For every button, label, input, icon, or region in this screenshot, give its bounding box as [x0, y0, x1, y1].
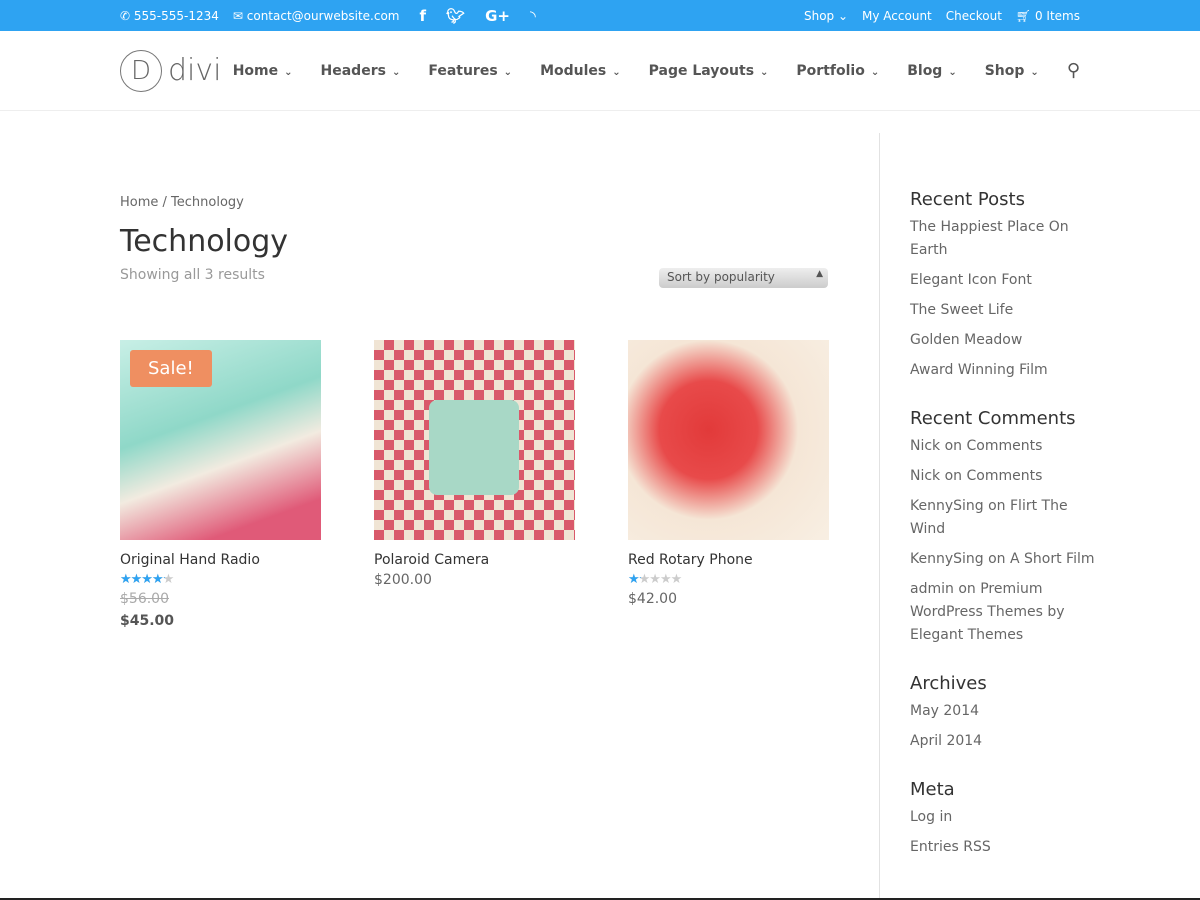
widget-title: Recent Posts	[910, 189, 1025, 210]
chevron-down-icon: ⌄	[948, 66, 957, 78]
sale-badge: Sale!	[130, 350, 212, 387]
chevron-down-icon: ⌄	[612, 66, 621, 78]
sort-select[interactable]: Sort by popularity ▲	[659, 268, 828, 288]
sale-price: $45.00	[120, 613, 175, 629]
widget-link[interactable]: Elegant Icon Font	[910, 269, 1099, 292]
product-name[interactable]: Original Hand Radio	[120, 552, 321, 568]
email[interactable]: ✉ contact@ourwebsite.com	[233, 9, 400, 23]
widget-link[interactable]: The Happiest Place On Earth	[910, 216, 1099, 262]
breadcrumb[interactable]: Home / Technology	[120, 195, 828, 210]
top-shop-link[interactable]: Shop ⌄	[804, 9, 848, 23]
widget-link[interactable]: Nick on Comments	[910, 465, 1099, 488]
nav-item[interactable]: Page Layouts ⌄	[649, 63, 769, 79]
widget-link[interactable]: May 2014	[910, 700, 1099, 723]
original-price: $56.00	[120, 591, 169, 607]
page-title: Technology	[120, 224, 289, 259]
sidebar: Recent Posts The Happiest Place On Earth E…	[879, 133, 1099, 900]
widget-list: May 2014 April 2014	[910, 700, 1099, 753]
product-image[interactable]	[628, 340, 829, 540]
product-image[interactable]	[374, 340, 575, 540]
cart-link[interactable]: 🛒︎ 0 Items	[1016, 9, 1080, 23]
facebook-icon[interactable]: f	[419, 7, 426, 25]
widget-link[interactable]: KennySing on Flirt The Wind	[910, 495, 1099, 541]
product-image[interactable]: Sale!	[120, 340, 321, 540]
widget-link[interactable]: Entries RSS	[910, 836, 1099, 859]
product-name[interactable]: Red Rotary Phone	[628, 552, 829, 568]
star-rating: ★★★★★★★★★★	[628, 572, 682, 587]
widget-list: Log in Entries RSS	[910, 806, 1099, 859]
rss-icon[interactable]: ◝	[530, 7, 536, 25]
nav-item[interactable]: Modules ⌄	[540, 63, 621, 79]
nav-item[interactable]: Home ⌄	[233, 63, 293, 79]
nav-item[interactable]: Features ⌄	[428, 63, 512, 79]
product-card[interactable]: Sale! Original Hand Radio ★★★★★★★★★★ $56…	[120, 340, 321, 629]
price: $200.00	[374, 572, 432, 588]
nav-item[interactable]: Blog ⌄	[907, 63, 957, 79]
widget-link[interactable]: Award Winning Film	[910, 359, 1099, 382]
phone: ✆ 555-555-1234	[120, 8, 219, 23]
widget-title: Archives	[910, 673, 987, 694]
product-grid: Sale! Original Hand Radio ★★★★★★★★★★ $56…	[120, 340, 829, 629]
nav-item[interactable]: Headers ⌄	[321, 63, 401, 79]
search-icon[interactable]: ⚲	[1067, 60, 1080, 81]
google-plus-icon[interactable]: G+	[485, 7, 510, 25]
widget-link[interactable]: The Sweet Life	[910, 299, 1099, 322]
product-card[interactable]: Red Rotary Phone ★★★★★★★★★★ $42.00	[628, 340, 829, 629]
chevron-down-icon: ⌄	[503, 66, 513, 78]
widget-list: Nick on Comments Nick on Comments KennySin…	[910, 435, 1099, 647]
product-card[interactable]: Polaroid Camera $200.00	[374, 340, 575, 629]
header: Ddivi Home ⌄ Headers ⌄ Features ⌄ Modules ⌄ Page…	[0, 31, 1200, 111]
main-nav: Home ⌄ Headers ⌄ Features ⌄ Modules ⌄ Page Layou…	[233, 60, 1080, 81]
widget-title: Recent Comments	[910, 408, 1076, 429]
chevron-down-icon: ⌄	[391, 66, 401, 78]
widget-list: The Happiest Place On Earth Elegant Icon …	[910, 216, 1099, 382]
chevron-down-icon: ⌄	[760, 66, 769, 78]
logo[interactable]: Ddivi	[120, 49, 221, 92]
widget-link[interactable]: April 2014	[910, 730, 1099, 753]
price: $42.00	[628, 591, 677, 607]
my-account-link[interactable]: My Account	[862, 9, 932, 23]
twitter-icon[interactable]: 🐦︎	[446, 7, 465, 25]
widget-link[interactable]: KennySing on A Short Film	[910, 548, 1099, 571]
cart-icon: 🛒︎	[1015, 8, 1032, 23]
product-name[interactable]: Polaroid Camera	[374, 552, 575, 568]
chevron-down-icon: ⌄	[284, 66, 293, 78]
nav-item[interactable]: Shop ⌄	[985, 63, 1039, 79]
chevron-down-icon: ⌄	[870, 66, 880, 78]
star-rating: ★★★★★★★★★★	[120, 572, 174, 587]
widget-link[interactable]: Golden Meadow	[910, 329, 1099, 352]
widget-link[interactable]: admin on Premium WordPress Themes by Ele…	[910, 578, 1099, 647]
select-arrows-icon: ▲	[816, 269, 823, 279]
checkout-link[interactable]: Checkout	[946, 9, 1002, 23]
nav-item[interactable]: Portfolio ⌄	[796, 63, 879, 79]
widget-link[interactable]: Nick on Comments	[910, 435, 1099, 458]
widget-link[interactable]: Log in	[910, 806, 1099, 829]
main-content: Home / Technology Technology Showing all…	[120, 111, 829, 629]
top-bar: ✆ 555-555-1234 ✉ contact@ourwebsite.com …	[0, 0, 1200, 31]
widget-title: Meta	[910, 779, 955, 800]
chevron-down-icon: ⌄	[1030, 66, 1039, 78]
